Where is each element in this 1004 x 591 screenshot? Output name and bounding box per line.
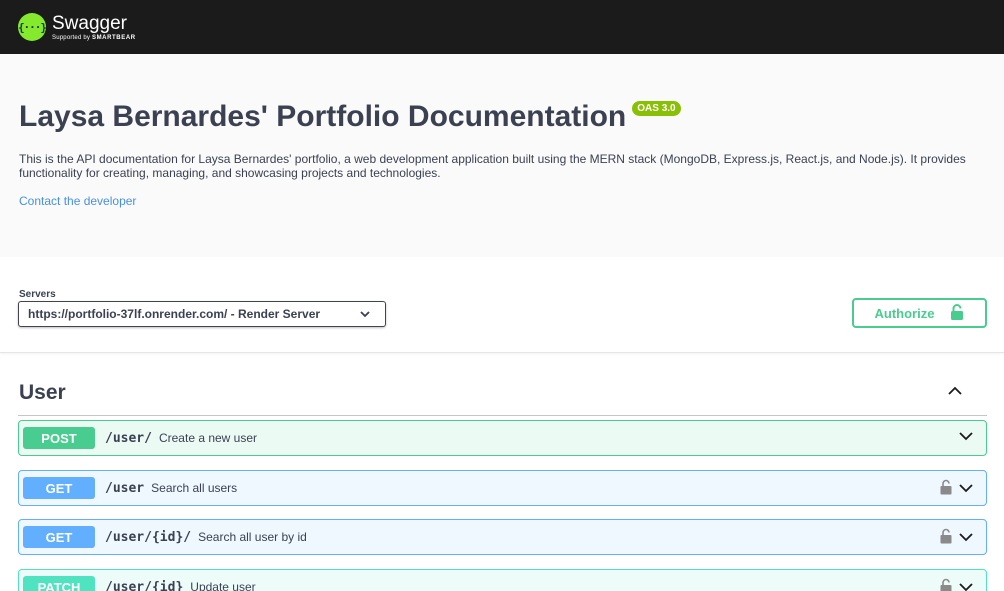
operation-controls — [958, 429, 974, 447]
operation-path: /user — [105, 480, 145, 496]
contact-link[interactable]: Contact the developer — [19, 194, 136, 208]
unlocked-padlock-icon — [950, 303, 964, 323]
server-select-value: https://portfolio-37lf.onrender.com/ - R… — [28, 307, 321, 321]
swagger-logo[interactable]: {···} Swagger Supported by SMARTBEAR — [18, 13, 136, 41]
method-badge: POST — [23, 427, 95, 449]
operation-summary: Update user — [190, 580, 256, 591]
method-badge: GET — [23, 477, 95, 499]
operation-patch-user[interactable]: PATCH /user/{id} Update user — [18, 569, 987, 591]
operation-path: /user/{id}/ — [105, 529, 192, 545]
api-info: Laysa Bernardes' Portfolio Documentation… — [0, 54, 1004, 257]
version-badge: OAS 3.0 — [632, 101, 681, 116]
brand-name: Swagger — [52, 12, 127, 34]
smartbear-brand: SMARTBEAR — [91, 34, 136, 41]
chevron-down-icon[interactable] — [958, 429, 974, 447]
supported-prefix: Supported by — [52, 34, 91, 41]
operation-get-user-by-id[interactable]: GET /user/{id}/ Search all user by id — [18, 519, 987, 555]
operation-summary: Search all user by id — [198, 530, 307, 544]
method-badge: PATCH — [23, 576, 95, 591]
api-description: This is the API documentation for Laysa … — [19, 152, 966, 180]
title-row: Laysa Bernardes' Portfolio Documentation… — [19, 100, 1004, 134]
lock-icon[interactable] — [940, 528, 952, 549]
operation-path: /user/{id} — [105, 579, 184, 591]
page-title: Laysa Bernardes' Portfolio Documentation — [19, 100, 627, 133]
operation-post-user[interactable]: POST /user/ Create a new user — [18, 420, 987, 456]
swagger-logo-icon: {···} — [18, 13, 47, 41]
tag-name: User — [19, 380, 66, 404]
chevron-down-icon[interactable] — [958, 580, 974, 591]
operation-summary: Create a new user — [158, 431, 258, 445]
method-badge: GET — [23, 526, 95, 548]
top-bar: {···} Swagger Supported by SMARTBEAR — [0, 0, 1004, 54]
servers-label: Servers — [19, 289, 56, 300]
authorize-label: Authorize — [874, 305, 935, 321]
operation-summary: Search all users — [151, 481, 238, 495]
operation-controls — [940, 528, 974, 549]
tag-header-user[interactable]: User — [18, 370, 987, 416]
operation-controls — [940, 479, 974, 500]
operation-path: /user/ — [105, 430, 152, 446]
lock-icon[interactable] — [940, 578, 952, 591]
servers-section: Servers https://portfolio-37lf.onrender.… — [0, 257, 1004, 353]
chevron-up-icon[interactable] — [947, 384, 963, 402]
operation-get-users[interactable]: GET /user Search all users — [18, 470, 987, 506]
operation-controls — [940, 578, 974, 591]
authorize-button[interactable]: Authorize — [852, 298, 987, 328]
logo-text: Swagger Supported by SMARTBEAR — [52, 14, 136, 41]
supported-by: Supported by SMARTBEAR — [52, 35, 136, 41]
server-select[interactable]: https://portfolio-37lf.onrender.com/ - R… — [18, 301, 386, 327]
chevron-down-icon[interactable] — [958, 530, 974, 548]
chevron-down-icon[interactable] — [958, 481, 974, 499]
lock-icon[interactable] — [940, 479, 952, 500]
chevron-down-icon — [359, 308, 371, 323]
